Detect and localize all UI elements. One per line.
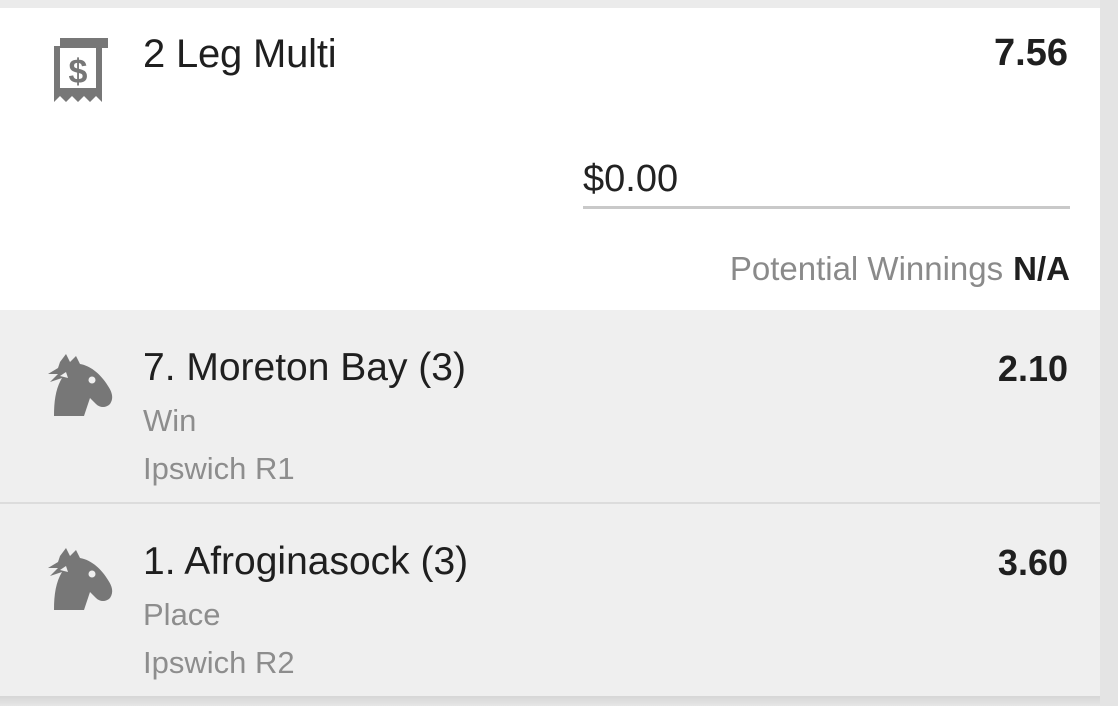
multi-odds: 7.56 bbox=[994, 32, 1068, 74]
stake-input[interactable]: $0.00 bbox=[583, 156, 1070, 209]
bottom-shadow bbox=[0, 696, 1100, 706]
leg-bet-type: Place bbox=[143, 597, 221, 632]
leg-odds: 2.10 bbox=[997, 348, 1068, 389]
potential-winnings-label: Potential Winnings bbox=[729, 250, 1004, 287]
right-edge bbox=[1100, 0, 1118, 706]
potential-winnings: Potential Winnings N/A bbox=[730, 250, 1070, 288]
svg-text:$: $ bbox=[69, 53, 88, 91]
horse-head-icon bbox=[48, 354, 113, 416]
leg-race: Ipswich R1 bbox=[143, 451, 295, 486]
leg-bet-type: Win bbox=[143, 403, 197, 438]
leg-race: Ipswich R2 bbox=[143, 645, 295, 680]
top-strip bbox=[0, 0, 1100, 8]
leg-runner: 1. Afroginasock (3) bbox=[143, 540, 469, 583]
potential-winnings-value: N/A bbox=[1013, 250, 1070, 287]
leg-item[interactable]: 7. Moreton Bay (3) 2.10 Win Ipswich R1 bbox=[0, 310, 1100, 502]
receipt-dollar-icon: $ bbox=[54, 38, 108, 102]
stake-value: $0.00 bbox=[583, 158, 679, 200]
leg-runner: 7. Moreton Bay (3) bbox=[143, 346, 466, 389]
multi-bet-card: $ 2 Leg Multi 7.56 $0.00 Potential Winni… bbox=[0, 8, 1100, 310]
multi-title: 2 Leg Multi bbox=[143, 32, 337, 76]
leg-item[interactable]: 1. Afroginasock (3) 3.60 Place Ipswich R… bbox=[0, 504, 1100, 696]
leg-odds: 3.60 bbox=[997, 542, 1068, 583]
horse-head-icon bbox=[48, 548, 113, 610]
